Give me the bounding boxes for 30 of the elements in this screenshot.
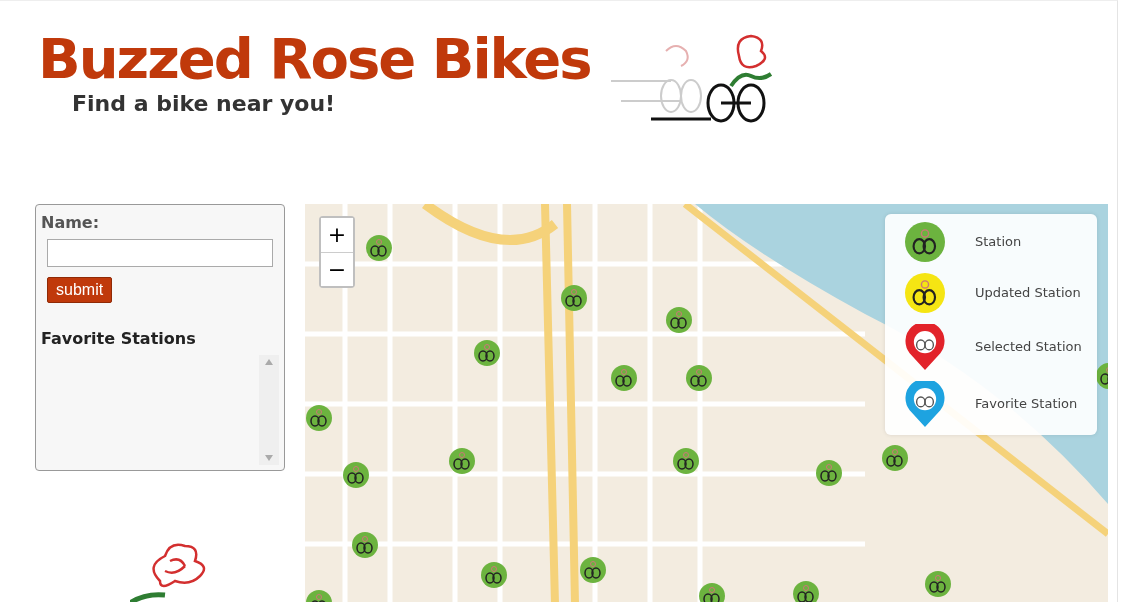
- station-marker[interactable]: [560, 284, 588, 312]
- station-marker[interactable]: [365, 234, 393, 262]
- name-input-field[interactable]: [47, 239, 273, 267]
- legend-label: Selected Station: [975, 338, 1082, 357]
- station-marker[interactable]: [610, 364, 638, 392]
- station-marker[interactable]: [305, 404, 333, 432]
- station-marker[interactable]: [342, 461, 370, 489]
- station-marker[interactable]: [665, 306, 693, 334]
- legend-label: Station: [975, 233, 1022, 252]
- station-marker[interactable]: [698, 582, 726, 602]
- map[interactable]: + − Station Updated Station Selected Station Favorite Station: [305, 204, 1108, 602]
- favorite-stations-heading: Favorite Stations: [41, 328, 197, 350]
- station-marker[interactable]: [924, 570, 952, 598]
- submit-button[interactable]: submit: [47, 277, 113, 303]
- legend-label: Favorite Station: [975, 395, 1078, 414]
- zoom-out-button[interactable]: −: [321, 252, 353, 286]
- station-marker[interactable]: [881, 444, 909, 472]
- site-title: Buzzed Rose Bikes: [38, 31, 591, 87]
- tagline: Find a bike near you!: [72, 90, 337, 118]
- station-marker[interactable]: [480, 561, 508, 589]
- station-marker[interactable]: [473, 339, 501, 367]
- station-marker[interactable]: [685, 364, 713, 392]
- legend-label: Updated Station: [975, 284, 1081, 303]
- station-marker[interactable]: [448, 447, 476, 475]
- station-marker[interactable]: [792, 580, 820, 602]
- station-marker[interactable]: [815, 459, 843, 487]
- station-marker[interactable]: [579, 556, 607, 584]
- station-marker[interactable]: [672, 447, 700, 475]
- name-label: Name:: [41, 212, 101, 234]
- station-marker[interactable]: [351, 531, 379, 559]
